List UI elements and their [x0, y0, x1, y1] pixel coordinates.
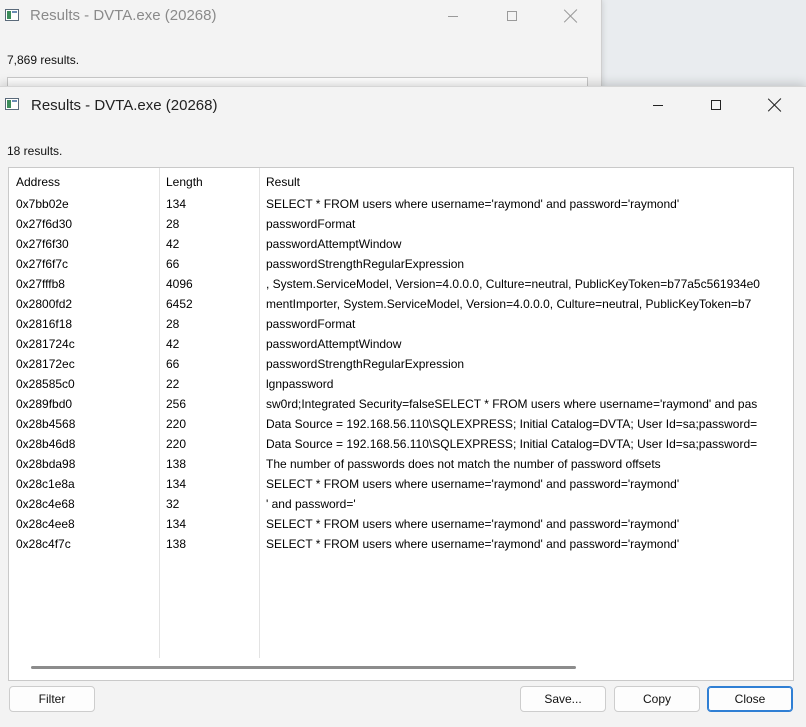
copy-button[interactable]: Copy	[614, 686, 700, 712]
cell-address: 0x27f6f30	[16, 237, 69, 251]
cell-address: 0x28b46d8	[16, 437, 76, 451]
close-icon[interactable]	[548, 0, 594, 32]
cell-address: 0x289fbd0	[16, 397, 73, 411]
results-table[interactable]: Address Length Result 0x7bb02e 134 SELECT …	[8, 167, 794, 681]
result-count: 18 results.	[7, 144, 63, 158]
cell-address: 0x7bb02e	[16, 197, 69, 211]
table-row[interactable]: 0x2800fd2 6452 mentImporter, System.Servic…	[9, 294, 793, 314]
cell-result: sw0rd;Integrated Security=falseSELECT * …	[266, 397, 758, 411]
close-icon[interactable]	[752, 89, 798, 121]
column-header-address[interactable]: Address	[16, 172, 156, 192]
cell-length: 42	[166, 337, 180, 351]
cell-address: 0x28c4f7c	[16, 537, 71, 551]
cell-length: 66	[166, 257, 180, 271]
maximize-icon[interactable]	[693, 89, 739, 121]
table-row[interactable]: 0x28b4568 220 Data Source = 192.168.56.110…	[9, 414, 793, 434]
table-row[interactable]: 0x28c4ee8 134 SELECT * FROM users where us…	[9, 514, 793, 534]
cell-result: SELECT * FROM users where username='raym…	[266, 197, 680, 211]
cell-result: passwordAttemptWindow	[266, 237, 402, 251]
cell-address: 0x27f6d30	[16, 217, 73, 231]
app-icon	[5, 9, 19, 21]
cell-result: SELECT * FROM users where username='raym…	[266, 517, 680, 531]
table-row[interactable]: 0x28c4e68 32 ' and password='	[9, 494, 793, 514]
minimize-icon[interactable]	[430, 0, 476, 32]
cell-result: SELECT * FROM users where username='raym…	[266, 477, 680, 491]
table-row[interactable]: 0x28c1e8a 134 SELECT * FROM users where us…	[9, 474, 793, 494]
cell-result: SELECT * FROM users where username='raym…	[266, 537, 680, 551]
cell-length: 220	[166, 437, 187, 451]
cell-address: 0x2800fd2	[16, 297, 73, 311]
table-row[interactable]: 0x2816f18 28 passwordFormat	[9, 314, 793, 334]
cell-result: passwordStrengthRegularExpression	[266, 257, 465, 271]
cell-length: 32	[166, 497, 180, 511]
table-row[interactable]: 0x28172ec 66 passwordStrengthRegularExpres…	[9, 354, 793, 374]
table-row[interactable]: 0x27f6f7c 66 passwordStrengthRegularExpres…	[9, 254, 793, 274]
window-title: Results - DVTA.exe (20268)	[30, 7, 217, 24]
table-row[interactable]: 0x289fbd0 256 sw0rd;Integrated Security=fa…	[9, 394, 793, 414]
filter-button[interactable]: Filter	[9, 686, 95, 712]
column-header-result[interactable]: Result	[266, 172, 793, 192]
close-button[interactable]: Close	[707, 686, 793, 712]
cell-length: 22	[166, 377, 180, 391]
table-row[interactable]: 0x281724c 42 passwordAttemptWindow	[9, 334, 793, 354]
column-header-length[interactable]: Length	[166, 172, 256, 192]
cell-address: 0x27f6f7c	[16, 257, 69, 271]
cell-length: 220	[166, 417, 187, 431]
minimize-icon[interactable]	[635, 89, 681, 121]
table-row[interactable]: 0x27f6d30 28 passwordFormat	[9, 214, 793, 234]
cell-result: Data Source = 192.168.56.110\SQLEXPRESS;…	[266, 437, 758, 451]
cell-length: 134	[166, 477, 187, 491]
window-titlebar[interactable]: Results - DVTA.exe (20268)	[0, 87, 806, 123]
result-count: 7,869 results.	[7, 53, 80, 67]
table-row[interactable]: 0x7bb02e 134 SELECT * FROM users where use…	[9, 194, 793, 214]
cell-result: passwordFormat	[266, 317, 356, 331]
table-row[interactable]: 0x27f6f30 42 passwordAttemptWindow	[9, 234, 793, 254]
cell-result: Data Source = 192.168.56.110\SQLEXPRESS;…	[266, 417, 758, 431]
cell-result: ' and password='	[266, 497, 356, 511]
cell-length: 28	[166, 317, 180, 331]
cell-address: 0x28c1e8a	[16, 477, 75, 491]
cell-length: 42	[166, 237, 180, 251]
cell-address: 0x28c4e68	[16, 497, 75, 511]
table-row[interactable]: 0x28b46d8 220 Data Source = 192.168.56.110…	[9, 434, 793, 454]
horizontal-scrollbar[interactable]	[9, 658, 793, 680]
cell-length: 6452	[166, 297, 193, 311]
cell-length: 134	[166, 517, 187, 531]
table-row[interactable]: 0x28585c0 22 lgnpassword	[9, 374, 793, 394]
cell-address: 0x28bda98	[16, 457, 76, 471]
cell-address: 0x28b4568	[16, 417, 76, 431]
cell-result: lgnpassword	[266, 377, 334, 391]
cell-length: 138	[166, 457, 187, 471]
cell-address: 0x2816f18	[16, 317, 73, 331]
cell-address: 0x28c4ee8	[16, 517, 75, 531]
cell-result: The number of passwords does not match t…	[266, 457, 661, 471]
window-title: Results - DVTA.exe (20268)	[31, 97, 218, 114]
cell-length: 66	[166, 357, 180, 371]
cell-result: passwordAttemptWindow	[266, 337, 402, 351]
cell-address: 0x281724c	[16, 337, 75, 351]
cell-result: mentImporter, System.ServiceModel, Versi…	[266, 297, 752, 311]
save-button[interactable]: Save...	[520, 686, 606, 712]
table-header: Address Length Result	[9, 172, 793, 192]
cell-address: 0x28585c0	[16, 377, 75, 391]
cell-address: 0x27fffb8	[16, 277, 65, 291]
cell-result: , System.ServiceModel, Version=4.0.0.0, …	[266, 277, 760, 291]
cell-result: passwordStrengthRegularExpression	[266, 357, 465, 371]
back-window-titlebar[interactable]: Results - DVTA.exe (20268)	[0, 0, 601, 32]
background-results-window[interactable]: Results - DVTA.exe (20268) 7,869 results…	[0, 0, 602, 93]
cell-length: 28	[166, 217, 180, 231]
table-row[interactable]: 0x28c4f7c 138 SELECT * FROM users where us…	[9, 534, 793, 554]
table-row[interactable]: 0x28bda98 138 The number of passwords does…	[9, 454, 793, 474]
cell-length: 138	[166, 537, 187, 551]
cell-length: 256	[166, 397, 187, 411]
table-row[interactable]: 0x27fffb8 4096 , System.ServiceModel, Vers…	[9, 274, 793, 294]
cell-result: passwordFormat	[266, 217, 356, 231]
scrollbar-thumb[interactable]	[31, 666, 576, 669]
app-icon	[5, 98, 19, 110]
results-window[interactable]: Results - DVTA.exe (20268) 18 results. A…	[0, 86, 806, 727]
maximize-icon[interactable]	[489, 0, 535, 32]
cell-length: 4096	[166, 277, 193, 291]
cell-address: 0x28172ec	[16, 357, 75, 371]
cell-length: 134	[166, 197, 187, 211]
